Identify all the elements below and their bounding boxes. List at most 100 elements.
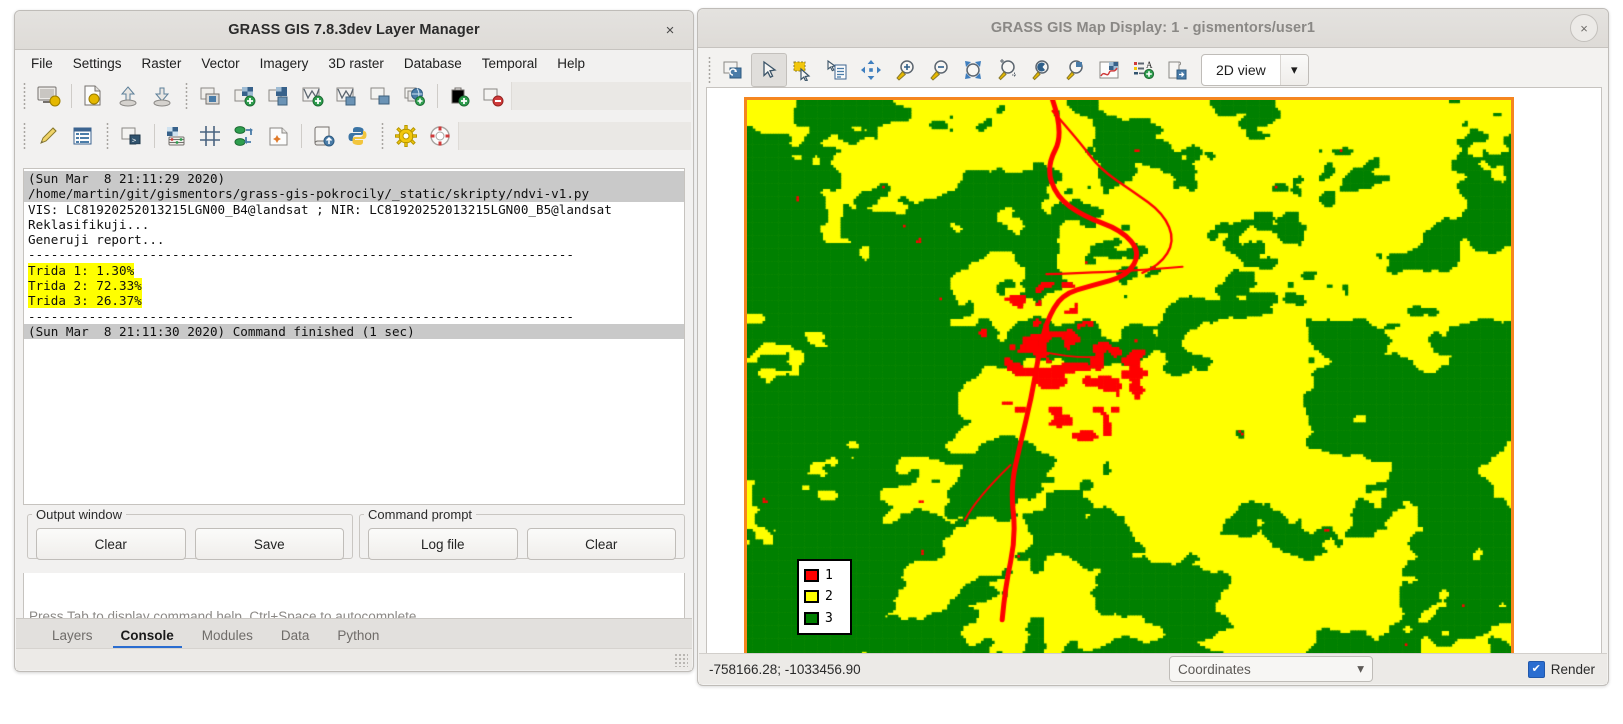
menu-vector[interactable]: Vector xyxy=(191,53,249,74)
layer-manager-close-button[interactable]: × xyxy=(657,17,683,43)
menu-settings[interactable]: Settings xyxy=(63,53,132,74)
remove-layer-icon[interactable] xyxy=(477,80,511,112)
tab-layers[interactable]: Layers xyxy=(38,624,107,649)
pan-icon[interactable] xyxy=(855,54,889,86)
menu-database[interactable]: Database xyxy=(394,53,472,74)
add-web-service-layer-icon[interactable] xyxy=(398,80,432,112)
toolbar-grip[interactable] xyxy=(20,83,29,109)
chevron-down-icon[interactable]: ▾ xyxy=(1279,55,1308,85)
analyze-map-icon[interactable] xyxy=(1093,54,1127,86)
toolbar2-grip-3[interactable] xyxy=(378,123,387,149)
add-various-vector-layers-icon[interactable] xyxy=(330,80,364,112)
map-toolbar-grip[interactable] xyxy=(705,57,714,83)
layer-manager-statusbar xyxy=(16,648,692,670)
toolbar-divider xyxy=(71,84,72,108)
render-checkbox[interactable]: ✔ xyxy=(1527,660,1545,678)
render-label: Render xyxy=(1550,661,1595,677)
add-vector-map-layer-icon[interactable] xyxy=(296,80,330,112)
toolbar-empty-space xyxy=(511,82,691,110)
console-highlight: Trida 1: 1.30% xyxy=(28,262,135,278)
add-raster-map-layer-icon[interactable] xyxy=(194,80,228,112)
console-line: Trida 2: 72.33% xyxy=(24,278,684,294)
add-map-elements-icon[interactable]: A xyxy=(1127,54,1161,86)
console-line: Reklasifikuji... xyxy=(28,216,150,232)
menu-raster[interactable]: Raster xyxy=(132,53,192,74)
console-line: (Sun Mar 8 21:11:29 2020) xyxy=(24,171,684,187)
map-canvas[interactable]: 1 2 3 xyxy=(706,87,1602,657)
save-display-to-file-icon[interactable] xyxy=(1161,54,1195,86)
select-region-icon[interactable] xyxy=(787,54,821,86)
status-mode-label: Coordinates xyxy=(1178,661,1251,677)
georectifier-icon[interactable] xyxy=(194,120,228,152)
command-logfile-button[interactable]: Log file xyxy=(368,528,518,560)
zoom-back-icon[interactable] xyxy=(1025,54,1059,86)
render-map-icon[interactable] xyxy=(717,54,751,86)
toolbar2-grip[interactable] xyxy=(20,123,29,149)
legend-value-3: 3 xyxy=(825,610,833,626)
classified-raster-map[interactable]: 1 2 3 xyxy=(744,97,1514,656)
launch-script-icon[interactable] xyxy=(307,120,341,152)
add-various-raster-layers-icon[interactable] xyxy=(228,80,262,112)
show-attribute-table-icon[interactable] xyxy=(66,120,100,152)
menu-3d-raster[interactable]: 3D raster xyxy=(318,53,394,74)
python-shell-icon[interactable] xyxy=(341,120,375,152)
zoom-to-extent-icon[interactable] xyxy=(957,54,991,86)
menu-file[interactable]: File xyxy=(21,53,63,74)
render-toggle[interactable]: ✔ Render xyxy=(1527,660,1595,678)
toolbar2-divider-2 xyxy=(301,124,302,148)
layer-manager-menubar: File Settings Raster Vector Imagery 3D r… xyxy=(15,50,693,76)
menu-temporal[interactable]: Temporal xyxy=(472,53,548,74)
raster-map-calculator-icon[interactable] xyxy=(160,120,194,152)
tab-python[interactable]: Python xyxy=(323,624,393,649)
output-save-button[interactable]: Save xyxy=(194,528,344,560)
zoom-out-icon[interactable] xyxy=(923,54,957,86)
pointer-icon[interactable] xyxy=(751,53,787,87)
layer-manager-tabbar: Layers Console Modules Data Python xyxy=(16,618,692,649)
console-output[interactable]: (Sun Mar 8 21:11:29 2020)/home/martin/gi… xyxy=(23,168,685,505)
zoom-in-icon[interactable] xyxy=(889,54,923,86)
tab-console[interactable]: Console xyxy=(107,624,188,649)
layer-manager-toolbar-row2: >_ xyxy=(15,116,693,156)
map-display-window: GRASS GIS Map Display: 1 - gismentors/us… xyxy=(697,8,1609,686)
legend-entry-3: 3 xyxy=(804,611,845,626)
cartographic-composer-icon[interactable] xyxy=(262,120,296,152)
console-line: Generuji report... xyxy=(28,232,165,248)
map-display-close-button[interactable]: × xyxy=(1570,14,1598,42)
tab-modules[interactable]: Modules xyxy=(188,624,267,649)
status-mode-select[interactable]: Coordinates ▾ xyxy=(1169,656,1373,682)
menu-imagery[interactable]: Imagery xyxy=(250,53,319,74)
resize-grip[interactable] xyxy=(674,653,688,667)
start-new-workspace-icon[interactable] xyxy=(32,80,66,112)
query-raster-vector-icon[interactable] xyxy=(821,54,855,86)
command-clear-button[interactable]: Clear xyxy=(526,528,676,560)
add-overlay-icon[interactable] xyxy=(364,80,398,112)
layer-manager-titlebar: GRASS GIS 7.8.3dev Layer Manager × xyxy=(15,11,693,50)
zoom-options-icon[interactable] xyxy=(991,54,1025,86)
toolbar2-divider xyxy=(154,124,155,148)
add-raster-group-icon[interactable] xyxy=(262,80,296,112)
svg-text:A: A xyxy=(1146,60,1153,70)
add-command-layer-icon[interactable]: >_ xyxy=(115,120,149,152)
settings-icon[interactable] xyxy=(390,120,424,152)
layer-manager-title: GRASS GIS 7.8.3dev Layer Manager xyxy=(228,22,480,38)
tab-data[interactable]: Data xyxy=(267,624,324,649)
menu-help[interactable]: Help xyxy=(547,53,595,74)
vector-network-analysis-icon[interactable] xyxy=(228,120,262,152)
edit-vector-map-icon[interactable] xyxy=(32,120,66,152)
legend-swatch-3 xyxy=(804,611,819,625)
console-highlight: Trida 2: 72.33% xyxy=(28,278,142,294)
map-display-title: GRASS GIS Map Display: 1 - gismentors/us… xyxy=(990,20,1316,36)
toolbar-grip-2[interactable] xyxy=(182,83,191,109)
console-highlight: Trida 3: 26.37% xyxy=(28,293,142,309)
save-workspace-icon[interactable] xyxy=(145,80,179,112)
toolbar2-empty-space xyxy=(458,122,691,150)
zoom-save-icon[interactable] xyxy=(1059,54,1093,86)
view-mode-select[interactable]: 2D view ▾ xyxy=(1201,54,1309,86)
help-icon[interactable] xyxy=(424,120,458,152)
toolbar2-grip-2[interactable] xyxy=(103,123,112,149)
chevron-down-icon[interactable]: ▾ xyxy=(1357,661,1364,677)
open-workspace-icon[interactable] xyxy=(77,80,111,112)
output-clear-button[interactable]: Clear xyxy=(36,528,186,560)
load-workspace-icon[interactable] xyxy=(111,80,145,112)
add-group-icon[interactable] xyxy=(443,80,477,112)
